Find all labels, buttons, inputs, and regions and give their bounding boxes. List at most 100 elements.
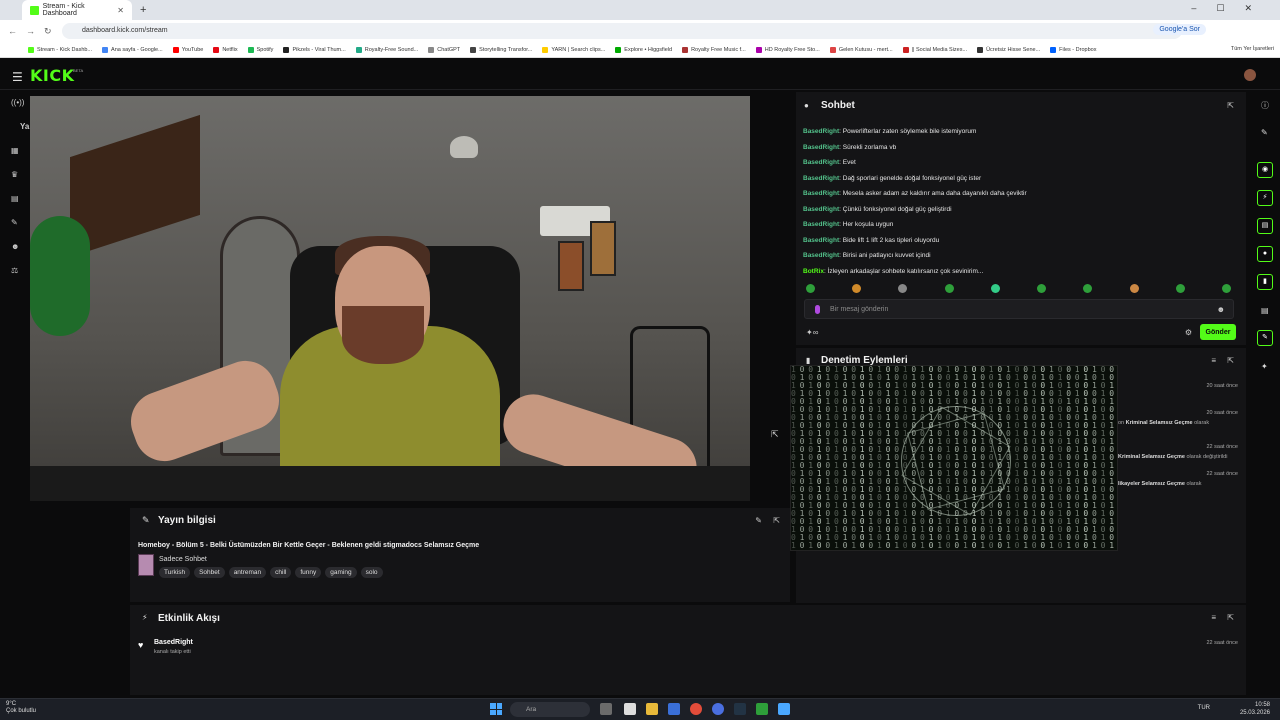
bookmark-item[interactable]: Explore • Higgsfield <box>615 46 672 53</box>
url-field[interactable]: dashboard.kick.com/stream <box>62 23 1182 39</box>
layers-icon[interactable]: ▤ <box>1261 306 1269 315</box>
taskbar-search[interactable]: Ara <box>510 702 590 717</box>
send-button[interactable]: Gönder <box>1200 324 1236 340</box>
tag-chip[interactable]: Turkish <box>159 567 191 578</box>
clock[interactable]: 10:58 25.03.2026 <box>1240 701 1270 717</box>
sparkle-icon[interactable]: ✦ <box>1261 362 1268 371</box>
chat-username[interactable]: BasedRight <box>803 221 839 228</box>
tag-chip[interactable]: chill <box>270 567 292 578</box>
chat-username[interactable]: BasedRight <box>803 252 839 259</box>
emote-icon[interactable] <box>1221 284 1231 293</box>
popout-icon[interactable]: ⇱ <box>1227 356 1234 365</box>
app-icon[interactable] <box>600 703 612 715</box>
bookmark-item[interactable]: Stream - Kick Dashb... <box>28 46 92 53</box>
popout-icon[interactable]: ⇱ <box>771 429 779 440</box>
bookmark-item[interactable]: Royalty Free Music f... <box>682 46 746 53</box>
bookmark-item[interactable]: Netflix <box>213 46 238 53</box>
moderation-icon[interactable]: ⚖ <box>11 266 18 275</box>
stream-preview[interactable] <box>30 96 750 501</box>
users-icon[interactable]: ☻ <box>11 242 19 251</box>
tag-chip[interactable]: antreman <box>228 567 267 578</box>
info-icon[interactable]: ⓘ <box>1261 100 1269 111</box>
bookmark-item[interactable]: Files - Dropbox <box>1050 46 1096 53</box>
bookmark-item[interactable]: Ücretsiz Hisse Sene... <box>977 46 1040 53</box>
wrench-icon[interactable]: ✎ <box>1257 330 1273 346</box>
pen-icon[interactable]: ✎ <box>1261 128 1268 137</box>
camera-icon[interactable]: ◉ <box>1257 162 1273 178</box>
document-icon[interactable]: ▤ <box>1257 218 1273 234</box>
app-icon[interactable] <box>712 703 724 715</box>
bookmark-item[interactable]: Ana sayfa - Google... <box>102 46 163 53</box>
bookmark-item[interactable]: || Social Media Sizes... <box>902 46 967 53</box>
activity-user[interactable]: BasedRight <box>154 639 193 646</box>
filter-icon[interactable]: ≡ <box>1211 613 1216 622</box>
bookmark-item[interactable]: YARN | Search clips... <box>542 46 605 53</box>
bookmark-item[interactable]: YouTube <box>172 46 203 53</box>
tag-chip[interactable]: Sohbet <box>194 567 225 578</box>
bookmark-item[interactable]: ChatGPT <box>428 46 460 53</box>
bookmark-item[interactable]: HD Royalty Free Sto... <box>755 46 820 53</box>
bookmark-item[interactable]: Spotify <box>247 46 273 53</box>
emote-icon[interactable] <box>806 284 815 293</box>
edit-icon[interactable]: ✎ <box>755 516 762 525</box>
new-tab-icon[interactable]: + <box>140 4 146 16</box>
reload-icon[interactable]: ↻ <box>44 26 54 37</box>
emote-icon[interactable] <box>944 284 954 293</box>
emoji-icon[interactable]: ☻ <box>1217 305 1225 314</box>
category-name[interactable]: Sadece Sohbet <box>159 556 207 563</box>
chat-input[interactable]: Bir mesaj gönderin ☻ <box>804 299 1234 319</box>
popout-icon[interactable]: ⇱ <box>773 516 780 525</box>
emote-icon[interactable] <box>1083 284 1093 293</box>
shield-icon[interactable]: ▮ <box>1257 274 1273 290</box>
back-icon[interactable]: ← <box>8 26 18 36</box>
kick-logo[interactable]: KICK <box>30 66 75 85</box>
tray-lang[interactable]: TUR <box>1198 705 1210 711</box>
popout-icon[interactable]: ⇱ <box>1227 101 1234 110</box>
chat-icon[interactable]: ● <box>1257 246 1273 262</box>
chat-username[interactable]: BasedRight <box>803 128 839 135</box>
chat-username[interactable]: BasedRight <box>803 175 839 182</box>
dashboard-icon[interactable]: ▦ <box>11 146 19 155</box>
chat-username[interactable]: BasedRight <box>803 190 839 197</box>
popout-icon[interactable]: ⇱ <box>1227 613 1234 622</box>
tag-chip[interactable]: solo <box>360 567 383 578</box>
chat-username[interactable]: BasedRight <box>803 237 839 244</box>
file-explorer-icon[interactable] <box>646 703 658 715</box>
chat-tools-icon[interactable]: ✦∞ <box>806 328 818 337</box>
emote-icon[interactable] <box>898 284 908 293</box>
app-icon[interactable] <box>756 703 768 715</box>
windows-start-icon[interactable] <box>490 703 502 715</box>
store-icon[interactable] <box>668 703 680 715</box>
weather-widget[interactable]: 9°C Çok bulutlu <box>6 701 36 715</box>
chat-username[interactable]: BasedRight <box>803 159 839 166</box>
tab-close-icon[interactable]: ✕ <box>117 6 124 15</box>
wrench-icon[interactable]: ✎ <box>11 218 18 227</box>
chat-username[interactable]: BasedRight <box>803 144 839 151</box>
browser-tab[interactable]: Stream - Kick Dashboard ✕ <box>22 0 132 20</box>
mic-icon[interactable] <box>815 305 820 314</box>
bookmark-item[interactable]: Royalty-Free Sound... <box>355 46 418 53</box>
gear-icon[interactable]: ⚙ <box>1185 328 1192 337</box>
all-bookmarks-button[interactable]: Tüm Yer İşaretleri <box>1231 46 1274 52</box>
trophy-icon[interactable]: ♛ <box>11 170 18 179</box>
google-ask-button[interactable]: Google'a Sor <box>1153 24 1206 35</box>
emote-icon[interactable] <box>1129 284 1139 293</box>
lightning-icon[interactable]: ⚡ <box>1257 190 1273 206</box>
menu-icon[interactable]: ☰ <box>12 70 23 84</box>
emote-icon[interactable] <box>1037 284 1047 293</box>
emote-icon[interactable] <box>990 284 1000 293</box>
bookmark-item[interactable]: Storytelling Transfor... <box>470 46 532 53</box>
bookmark-item[interactable]: Pikzels - Viral Thum... <box>283 46 346 53</box>
layout-icon[interactable]: ▤ <box>11 194 19 203</box>
app-icon[interactable] <box>778 703 790 715</box>
avatar[interactable] <box>1244 69 1256 81</box>
steam-icon[interactable] <box>734 703 746 715</box>
filter-icon[interactable]: ≡ <box>1211 356 1216 365</box>
tag-chip[interactable]: funny <box>295 567 322 578</box>
forward-icon[interactable]: → <box>26 26 36 36</box>
emote-icon[interactable] <box>852 284 862 293</box>
tag-chip[interactable]: gaming <box>325 567 357 578</box>
chat-username[interactable]: BotRix <box>803 268 824 275</box>
emote-icon[interactable] <box>1175 284 1185 293</box>
window-controls[interactable]: –☐✕ <box>1191 3 1272 14</box>
